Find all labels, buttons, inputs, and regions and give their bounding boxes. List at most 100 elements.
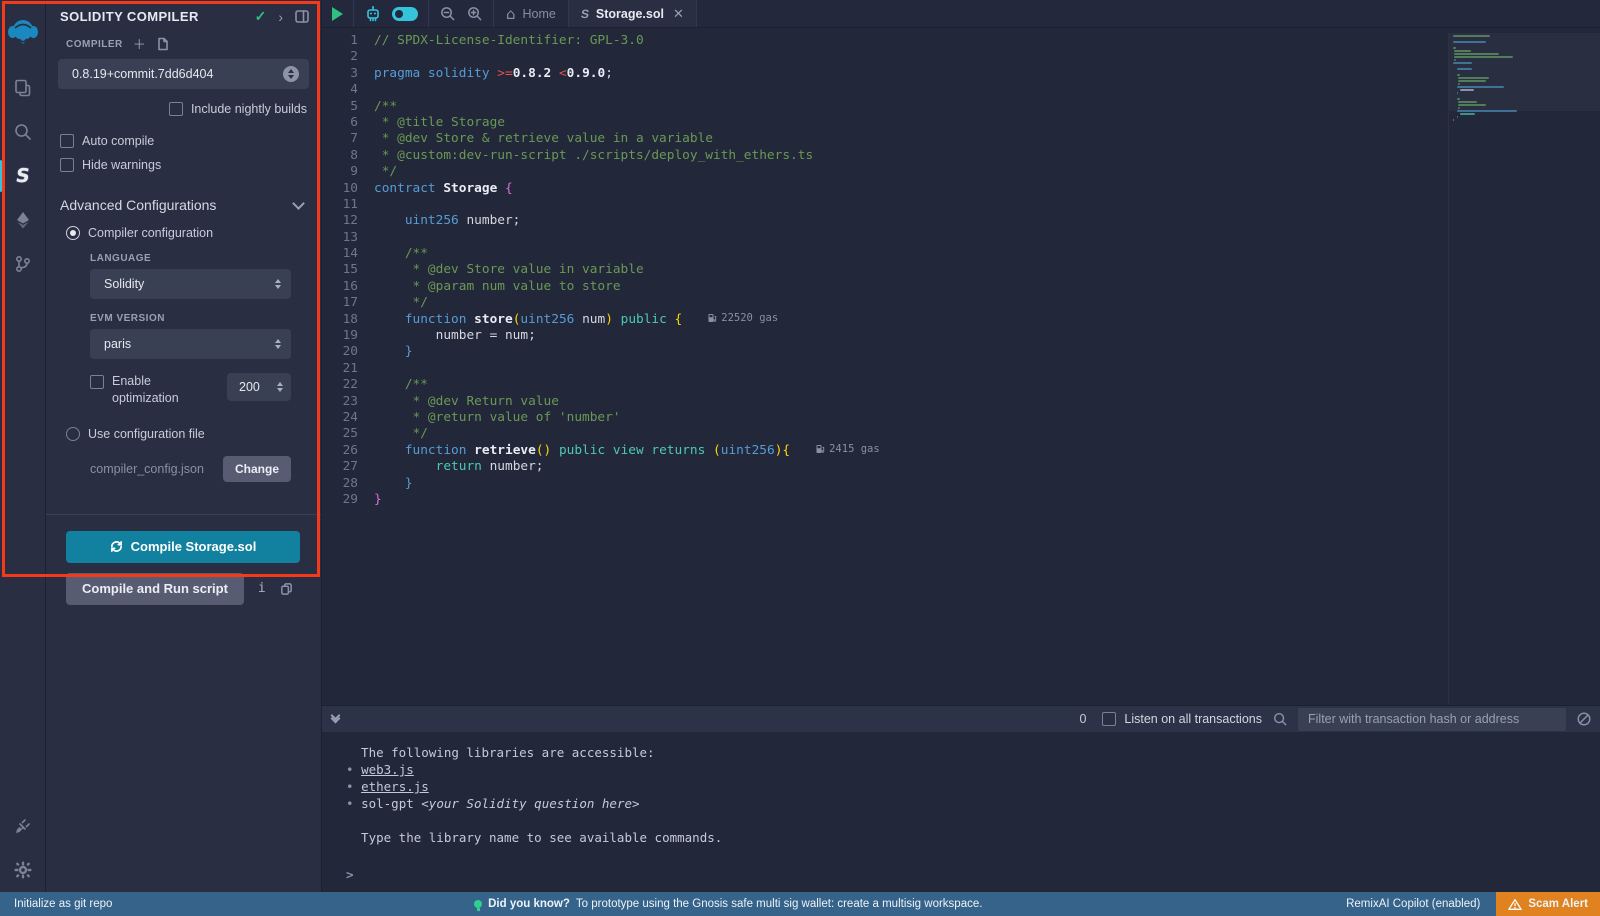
zoom-out-icon[interactable] [439,5,456,22]
sidebar-item-search[interactable] [0,110,46,154]
enable-optimization-checkbox[interactable] [90,375,104,389]
line-number: 7 [322,131,374,147]
evm-version-select[interactable]: paris [90,329,291,359]
line-number: 1 [322,33,374,49]
transaction-filter-input[interactable] [1298,708,1566,731]
sidebar-item-file-explorer[interactable] [0,66,46,110]
minimap[interactable] [1448,33,1600,705]
line-number: 17 [322,295,374,311]
tab-storage-sol[interactable]: S Storage.sol ✕ [569,0,697,27]
plugin-manager-icon [13,816,33,836]
split-view-icon[interactable] [295,10,309,23]
code-line[interactable]: 8 * @custom:dev-run-script ./scripts/dep… [322,148,1448,164]
line-content: */ [374,164,1448,180]
minimap-slider[interactable] [1449,33,1600,111]
git-init-button[interactable]: Initialize as git repo [0,898,126,910]
copilot-status[interactable]: RemixAI Copilot (enabled) [1330,898,1496,910]
include-nightly-label: Include nightly builds [191,102,307,116]
code-line[interactable]: 5/** [322,99,1448,115]
change-config-button[interactable]: Change [223,456,291,482]
sidebar-item-plugin-manager[interactable] [0,804,46,848]
language-select[interactable]: Solidity [90,269,291,299]
code-line[interactable]: 25 */ [322,426,1448,442]
zoom-in-icon[interactable] [466,5,483,22]
ai-copilot-robot-icon[interactable] [364,5,382,23]
search-icon[interactable] [1272,711,1288,727]
code-line[interactable]: 17 */ [322,295,1448,311]
tab-home[interactable]: ⌂ Home [494,0,569,27]
library-link[interactable]: ethers.js [361,779,429,794]
sidebar-item-git[interactable] [0,242,46,286]
code-line[interactable]: 3pragma solidity >=0.8.2 <0.9.0; [322,66,1448,82]
terminal-prompt[interactable]: > [346,866,1600,883]
code-line[interactable]: 6 * @title Storage [322,115,1448,131]
code-line[interactable]: 14 /** [322,246,1448,262]
include-nightly-checkbox[interactable] [169,102,183,116]
code-line[interactable]: 21 [322,361,1448,377]
code-line[interactable]: 1// SPDX-License-Identifier: GPL-3.0 [322,33,1448,49]
sidebar-item-deploy-run[interactable] [0,198,46,242]
scam-alert-button[interactable]: Scam Alert [1496,892,1600,916]
advanced-configurations-header[interactable]: Advanced Configurations [46,177,321,221]
code-line[interactable]: 18 function store(uint256 num) public {2… [322,312,1448,328]
code-line[interactable]: 13 [322,230,1448,246]
run-script-icon[interactable] [332,7,343,21]
compiler-config-radio[interactable] [66,226,80,240]
sidebar-item-solidity-compiler[interactable]: S [0,154,46,198]
compile-button[interactable]: Compile Storage.sol [66,531,300,563]
listen-transactions-row: Listen on all transactions [1102,712,1262,726]
expand-terminal-icon[interactable] [332,716,339,722]
optimization-runs-input[interactable]: 200 [227,373,291,401]
code-line[interactable]: 29} [322,492,1448,508]
clear-console-icon[interactable] [1576,711,1592,727]
code-line[interactable]: 4 [322,82,1448,98]
auto-compile-checkbox[interactable] [60,134,74,148]
listen-transactions-checkbox[interactable] [1102,712,1116,726]
code-line[interactable]: 16 * @param num value to store [322,279,1448,295]
close-tab-icon[interactable]: ✕ [673,6,684,22]
copy-icon[interactable] [280,582,293,596]
code-line[interactable]: 20 } [322,344,1448,360]
code-line[interactable]: 11 [322,197,1448,213]
tip-text: To prototype using the Gnosis safe multi… [576,898,983,910]
code-line[interactable]: 27 return number; [322,459,1448,475]
code-line[interactable]: 26 function retrieve() public view retur… [322,443,1448,459]
library-link[interactable]: web3.js [361,762,414,777]
code-line[interactable]: 24 * @return value of 'number' [322,410,1448,426]
tab-storage-label: Storage.sol [596,7,664,21]
terminal-line: • sol-gpt <your Solidity question here> [346,795,1600,812]
code-line[interactable]: 15 * @dev Store value in variable [322,262,1448,278]
code-editor[interactable]: 1// SPDX-License-Identifier: GPL-3.023pr… [322,28,1600,705]
remix-logo[interactable] [0,6,46,58]
terminal[interactable]: The following libraries are accessible:•… [322,732,1600,892]
line-content: /** [374,246,1448,262]
code-line[interactable]: 22 /** [322,377,1448,393]
code-line[interactable]: 9 */ [322,164,1448,180]
code-line[interactable]: 7 * @dev Store & retrieve value in a var… [322,131,1448,147]
line-content: * @dev Store value in variable [374,262,1448,278]
use-config-radio[interactable] [66,427,80,441]
add-compiler-icon[interactable]: ＋ [133,38,146,51]
code-line[interactable]: 2 [322,49,1448,65]
sidebar-item-settings[interactable] [0,848,46,892]
hide-warnings-checkbox[interactable] [60,158,74,172]
home-icon: ⌂ [506,5,516,23]
code-line[interactable]: 19 number = num; [322,328,1448,344]
code-line[interactable]: 10contract Storage { [322,181,1448,197]
copilot-toggle[interactable] [392,7,418,21]
line-content: function retrieve() public view returns … [374,443,1448,459]
hide-warnings-row: Hide warnings [46,153,321,177]
chevron-right-icon[interactable]: › [278,9,283,25]
open-file-icon[interactable] [156,37,169,51]
compiler-version-select[interactable]: 0.8.19+commit.7dd6d404 [58,59,309,89]
code-line[interactable]: 12 uint256 number; [322,213,1448,229]
line-content: } [374,492,1448,508]
gas-estimate-badge: 2415 gas [816,443,880,455]
code-line[interactable]: 23 * @dev Return value [322,394,1448,410]
terminal-lines: The following libraries are accessible:•… [346,744,1600,846]
compile-and-run-button[interactable]: Compile and Run script [66,573,244,605]
info-icon[interactable]: i [258,581,266,596]
line-number: 5 [322,99,374,115]
advanced-configurations-title: Advanced Configurations [60,197,294,213]
code-line[interactable]: 28 } [322,476,1448,492]
